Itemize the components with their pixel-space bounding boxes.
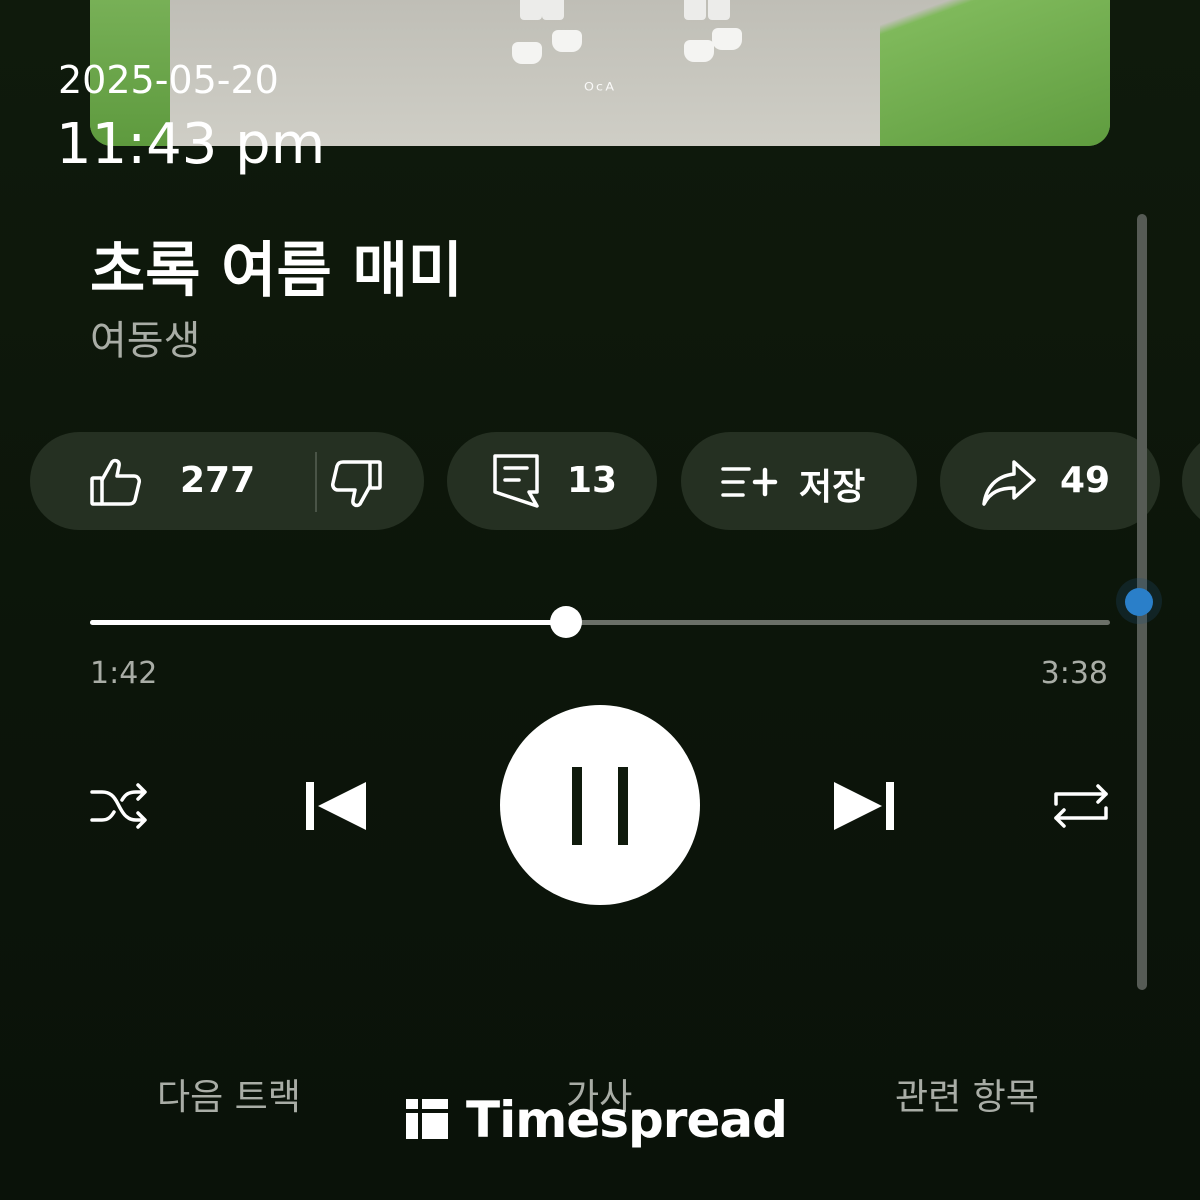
like-dislike-chip: 277 xyxy=(30,432,424,530)
play-pause-button[interactable] xyxy=(500,705,700,905)
pause-icon xyxy=(572,767,582,845)
song-title[interactable]: 초록 여름 매미 xyxy=(90,222,463,309)
album-art-leg xyxy=(542,0,564,20)
more-actions-chip[interactable] xyxy=(1182,432,1200,530)
comment-icon xyxy=(491,452,543,521)
watermark-text: Timespread xyxy=(466,1091,788,1149)
music-player-screen: ᴼᶜᴬ 2025-05-20 11:43 pm 초록 여름 매미 여동생 277 xyxy=(0,0,1200,1200)
tab-up-next[interactable]: 다음 트랙 xyxy=(157,1068,301,1120)
watermark: Timespread xyxy=(404,1091,788,1149)
previous-track-icon[interactable] xyxy=(304,780,368,836)
pause-icon xyxy=(618,767,628,845)
comments-button[interactable]: 13 xyxy=(447,432,657,530)
album-art-shoe xyxy=(712,28,742,50)
save-to-playlist-button[interactable]: 저장 xyxy=(681,432,917,530)
timestamp-time: 11:43 pm xyxy=(56,112,326,177)
playlist-add-icon xyxy=(719,464,779,509)
scroll-indicator[interactable] xyxy=(1125,588,1153,616)
album-art-leg xyxy=(520,0,542,20)
song-artist[interactable]: 여동생 xyxy=(90,308,200,366)
current-time: 1:42 xyxy=(90,656,158,691)
album-art-shoe xyxy=(512,42,542,64)
next-track-icon[interactable] xyxy=(832,780,896,836)
repeat-icon[interactable] xyxy=(1050,780,1112,836)
seek-bar-thumb[interactable] xyxy=(550,606,583,638)
album-art-shoe xyxy=(684,40,714,62)
seek-bar[interactable] xyxy=(90,606,1110,638)
thumbs-up-icon[interactable] xyxy=(88,454,144,519)
seek-bar-progress xyxy=(90,620,567,625)
share-count: 49 xyxy=(1060,460,1111,501)
share-button[interactable]: 49 xyxy=(940,432,1160,530)
album-art-grass-right xyxy=(880,0,1110,146)
save-label: 저장 xyxy=(799,467,866,508)
like-count[interactable]: 277 xyxy=(180,460,255,501)
album-art-shoe xyxy=(552,30,582,52)
shuffle-icon[interactable] xyxy=(88,780,150,836)
tab-related[interactable]: 관련 항목 xyxy=(895,1068,1039,1120)
album-art-leg xyxy=(684,0,706,20)
share-icon xyxy=(980,458,1038,517)
timestamp-date: 2025-05-20 xyxy=(58,58,279,102)
album-art-leg xyxy=(708,0,730,20)
comment-count: 13 xyxy=(567,460,618,501)
total-time: 3:38 xyxy=(1040,656,1108,691)
thumbs-down-icon[interactable] xyxy=(328,456,384,521)
like-dislike-divider xyxy=(315,452,317,512)
watermark-logo-icon xyxy=(404,1095,450,1145)
